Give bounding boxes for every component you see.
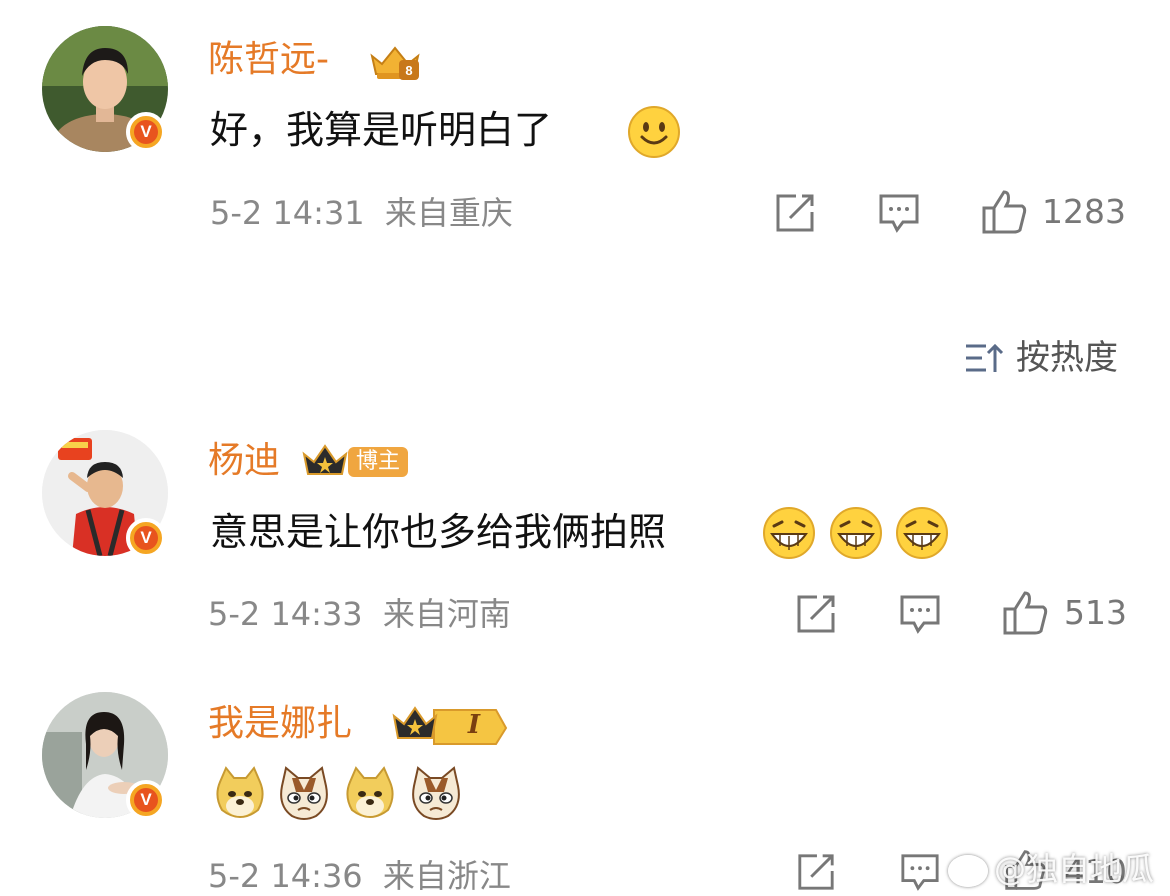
comment-icon[interactable] [898,852,942,892]
verified-badge-icon: V [126,518,166,558]
sort-label[interactable]: 按热度 [1016,337,1118,379]
cat-emoji-icon [280,766,328,820]
grin-emoji-icon [763,507,815,559]
watermark: @独自地瓜 [947,849,1154,889]
repost-icon[interactable] [795,852,837,892]
grin-emoji-icon [896,507,948,559]
member-crown-icon [302,444,348,475]
username[interactable]: 陈哲远- [208,38,329,82]
like-count: 1283 [1042,192,1126,231]
svg-text:8: 8 [405,63,412,78]
smile-emoji-icon [628,106,680,158]
comment-date: 5-2 14:36 [208,857,363,895]
repost-icon[interactable] [795,593,837,635]
comment-location: 来自浙江 [382,857,511,895]
comment-date: 5-2 14:31 [210,194,365,232]
comment-icon[interactable] [898,593,942,635]
member-crown-icon: 8 [370,46,420,80]
doge-emoji-icon [346,766,394,818]
blogger-badge: 博主 [348,447,409,477]
comment-meta: 5-2 14:31 来自重庆 [210,193,513,233]
comment-location: 来自重庆 [384,194,513,232]
cat-emoji-icon [412,766,460,820]
comment-meta: 5-2 14:36 来自浙江 [208,856,511,896]
comment-date: 5-2 14:33 [208,595,363,633]
comment-text: 意思是让你也多给我俩拍照 [210,510,667,554]
repost-icon[interactable] [774,192,816,234]
weibo-logo-icon [947,855,988,887]
like-count: 513 [1064,593,1127,632]
level-badge: I [467,710,481,740]
doge-emoji-icon [216,766,264,818]
sort-icon[interactable] [964,340,1004,376]
comment-icon[interactable] [877,192,921,234]
comment-text: 好，我算是听明白了 [210,108,553,152]
grin-emoji-icon [830,507,882,559]
like-icon[interactable] [980,188,1028,236]
watermark-text: @独自地瓜 [993,850,1154,888]
username[interactable]: 杨迪 [208,439,280,483]
username[interactable]: 我是娜扎 [208,702,352,746]
like-icon[interactable] [1001,589,1049,637]
comment-meta: 5-2 14:33 来自河南 [208,594,511,634]
verified-badge-icon: V [126,112,166,152]
verified-badge-icon: V [126,780,166,820]
comment-location: 来自河南 [382,595,511,633]
